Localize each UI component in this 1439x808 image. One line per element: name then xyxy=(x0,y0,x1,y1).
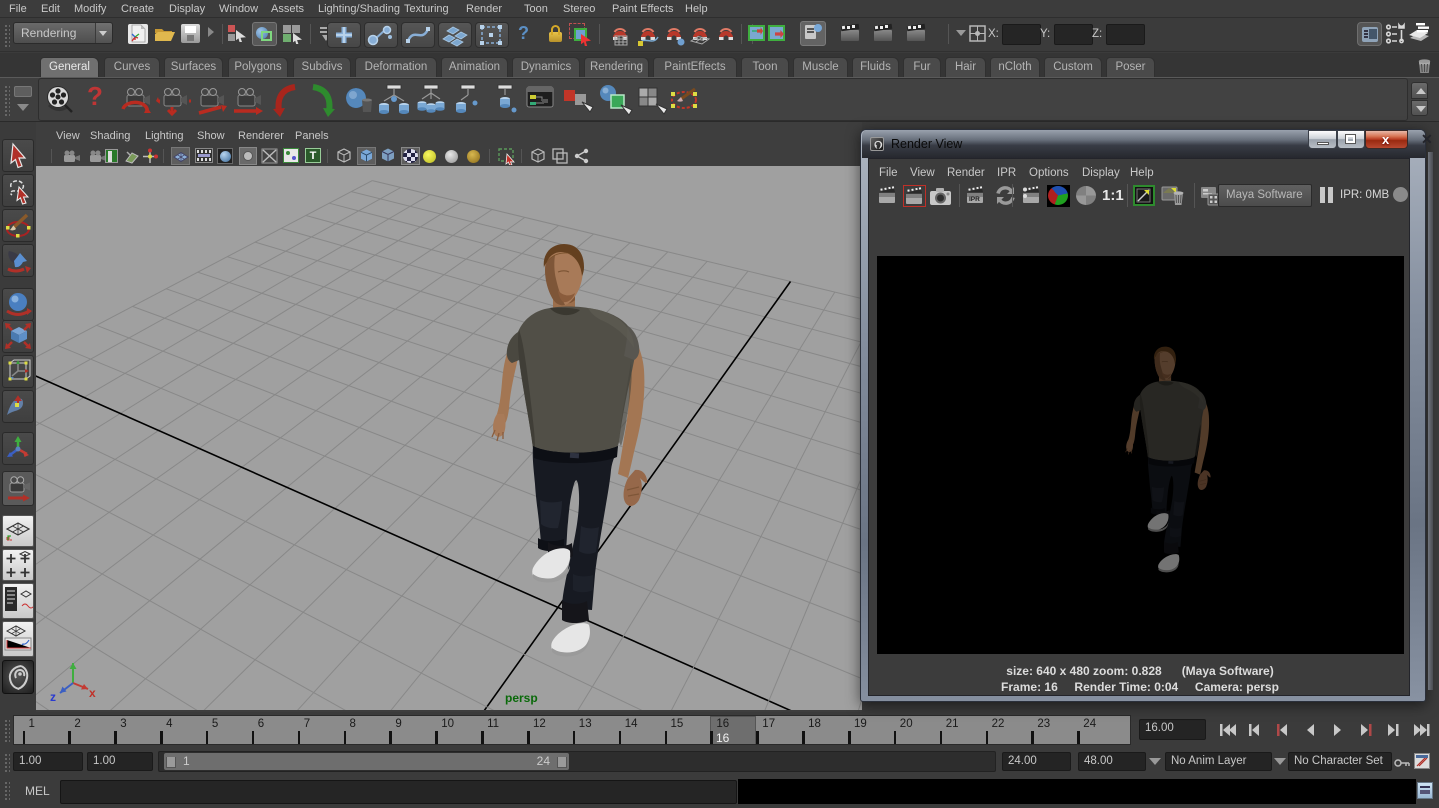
svg-text:IPR: IPR xyxy=(969,196,980,203)
svg-text:z: z xyxy=(50,690,56,704)
svg-text:x: x xyxy=(89,686,96,700)
